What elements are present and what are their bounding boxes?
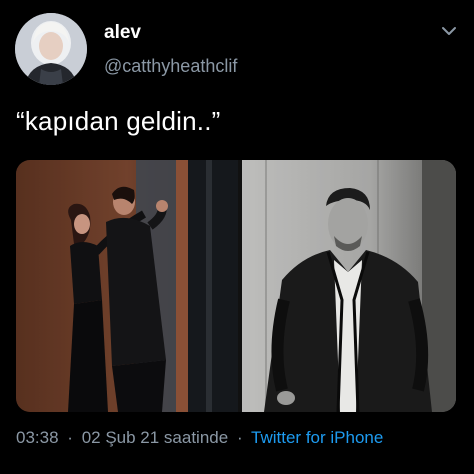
chevron-down-icon[interactable] xyxy=(440,24,458,38)
tweet-text: “kapıdan geldin..” xyxy=(16,106,221,136)
photo-man-in-coat[interactable] xyxy=(242,160,456,412)
tweet-source-link[interactable]: Twitter for iPhone xyxy=(251,428,383,447)
tweet-time[interactable]: 03:38 xyxy=(16,428,59,447)
tweet-card: alev @catthyheathclif “kapıdan geldin..” xyxy=(0,0,474,474)
meta-separator: · xyxy=(236,428,243,447)
display-name[interactable]: alev xyxy=(104,22,141,44)
avatar-image xyxy=(15,13,87,85)
meta-separator: · xyxy=(67,428,73,447)
media-grid[interactable] xyxy=(16,160,456,412)
tweet-date[interactable]: 02 Şub 21 saatinde xyxy=(82,428,229,447)
photo-couple-embrace[interactable] xyxy=(16,160,238,412)
avatar[interactable] xyxy=(15,13,87,85)
tweet-meta: 03:38 · 02 Şub 21 saatinde · Twitter for… xyxy=(16,428,383,448)
user-handle[interactable]: @catthyheathclif xyxy=(104,56,237,77)
